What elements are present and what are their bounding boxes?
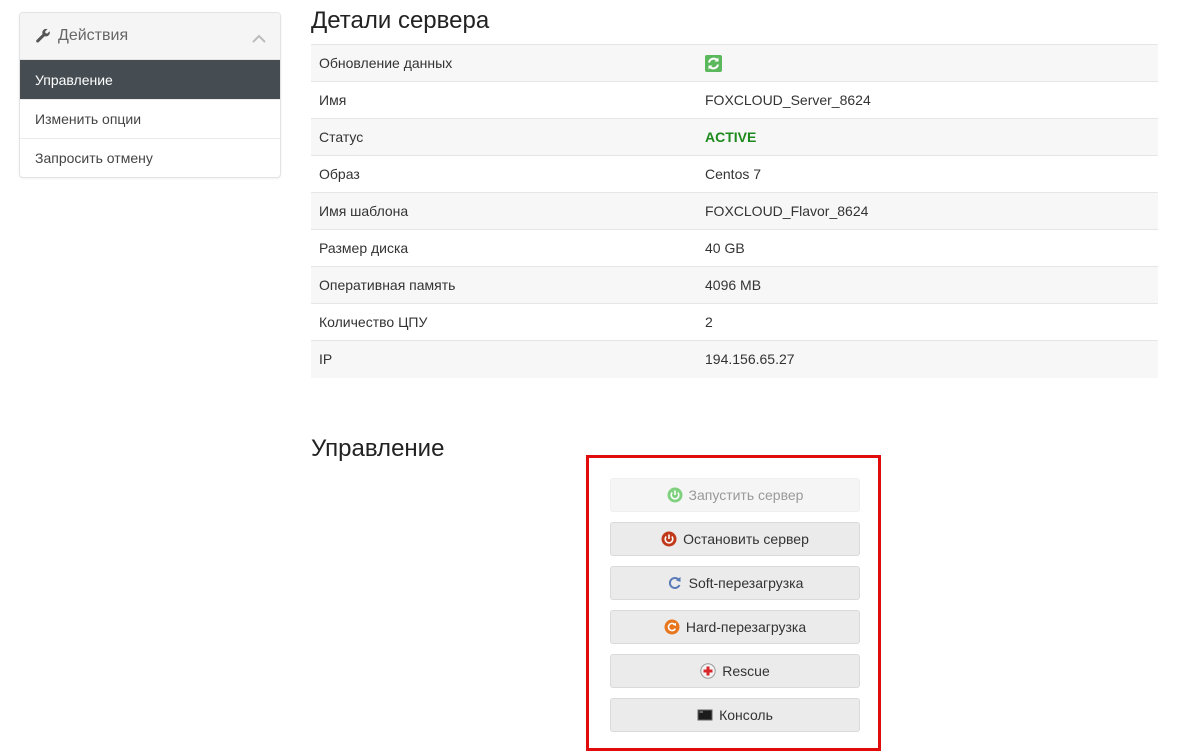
image-value: Centos 7	[705, 166, 762, 182]
table-row: Имя FOXCLOUD_Server_8624	[311, 81, 1158, 119]
console-icon	[697, 709, 713, 721]
soft-reboot-label: Soft-перезагрузка	[688, 575, 804, 591]
rescue-label: Rescue	[722, 663, 770, 679]
server-details-table: Обновление данных Имя FOXCLOUD_Server_86…	[311, 44, 1158, 378]
server-controls-highlight: Запустить сервер Остановить сервер Soft-…	[586, 455, 881, 751]
wrench-icon	[35, 28, 51, 44]
sidebar-item-manage[interactable]: Управление	[20, 60, 280, 99]
management-title: Управление	[311, 435, 445, 462]
start-server-button[interactable]: Запустить сервер	[610, 478, 860, 512]
row-label: IP	[319, 351, 333, 368]
refresh-icon[interactable]	[705, 54, 722, 72]
chevron-up-icon[interactable]	[252, 31, 266, 43]
sidebar-item-request-cancel[interactable]: Запросить отмену	[20, 138, 280, 177]
sidebar-item-label: Управление	[35, 71, 113, 88]
power-on-icon	[667, 487, 683, 503]
console-label: Консоль	[719, 707, 773, 723]
disk-size-value: 40 GB	[705, 240, 745, 256]
actions-panel: Действия Управление Изменить опции Запро…	[19, 12, 281, 178]
power-off-icon	[661, 531, 677, 547]
soft-reboot-button[interactable]: Soft-перезагрузка	[610, 566, 860, 600]
sidebar-item-change-options[interactable]: Изменить опции	[20, 99, 280, 138]
start-server-label: Запустить сервер	[688, 487, 804, 503]
sidebar-item-label: Запросить отмену	[35, 150, 153, 166]
table-row: IP 194.156.65.27	[311, 340, 1158, 378]
table-row: Статус ACTIVE	[311, 118, 1158, 156]
table-row: Оперативная память 4096 MB	[311, 266, 1158, 304]
soft-reboot-icon	[668, 577, 681, 589]
cpu-count-value: 2	[705, 314, 713, 330]
row-label: Статус	[319, 129, 364, 145]
table-row: Размер диска 40 GB	[311, 229, 1158, 267]
row-label: Размер диска	[319, 240, 409, 256]
row-label: Имя	[319, 92, 347, 108]
stop-server-label: Остановить сервер	[683, 531, 809, 547]
rescue-button[interactable]: Rescue	[610, 654, 860, 688]
actions-panel-header[interactable]: Действия	[20, 13, 280, 60]
server-details-title: Детали сервера	[311, 7, 490, 34]
table-row: Образ Centos 7	[311, 155, 1158, 193]
sidebar-item-label: Изменить опции	[35, 111, 142, 127]
stop-server-button[interactable]: Остановить сервер	[610, 522, 860, 556]
row-label: Обновление данных	[319, 55, 453, 71]
flavor-value: FOXCLOUD_Flavor_8624	[705, 203, 869, 219]
hard-reboot-button[interactable]: Hard-перезагрузка	[610, 610, 860, 644]
console-button[interactable]: Консоль	[610, 698, 860, 732]
table-row: Обновление данных	[311, 44, 1158, 82]
row-label: Количество ЦПУ	[319, 314, 428, 330]
table-row: Количество ЦПУ 2	[311, 303, 1158, 341]
row-label: Образ	[319, 166, 360, 182]
row-label: Имя шаблона	[319, 203, 409, 219]
row-label: Оперативная память	[319, 277, 456, 293]
hard-reboot-label: Hard-перезагрузка	[685, 619, 807, 635]
ram-value: 4096 MB	[705, 277, 762, 293]
ip-value: 194.156.65.27	[705, 351, 795, 368]
actions-panel-title: Действия	[58, 27, 129, 44]
hard-reboot-icon	[664, 619, 680, 635]
server-name-value: FOXCLOUD_Server_8624	[705, 92, 871, 108]
rescue-icon	[700, 663, 716, 679]
table-row: Имя шаблона FOXCLOUD_Flavor_8624	[311, 192, 1158, 230]
status-badge: ACTIVE	[705, 129, 757, 145]
